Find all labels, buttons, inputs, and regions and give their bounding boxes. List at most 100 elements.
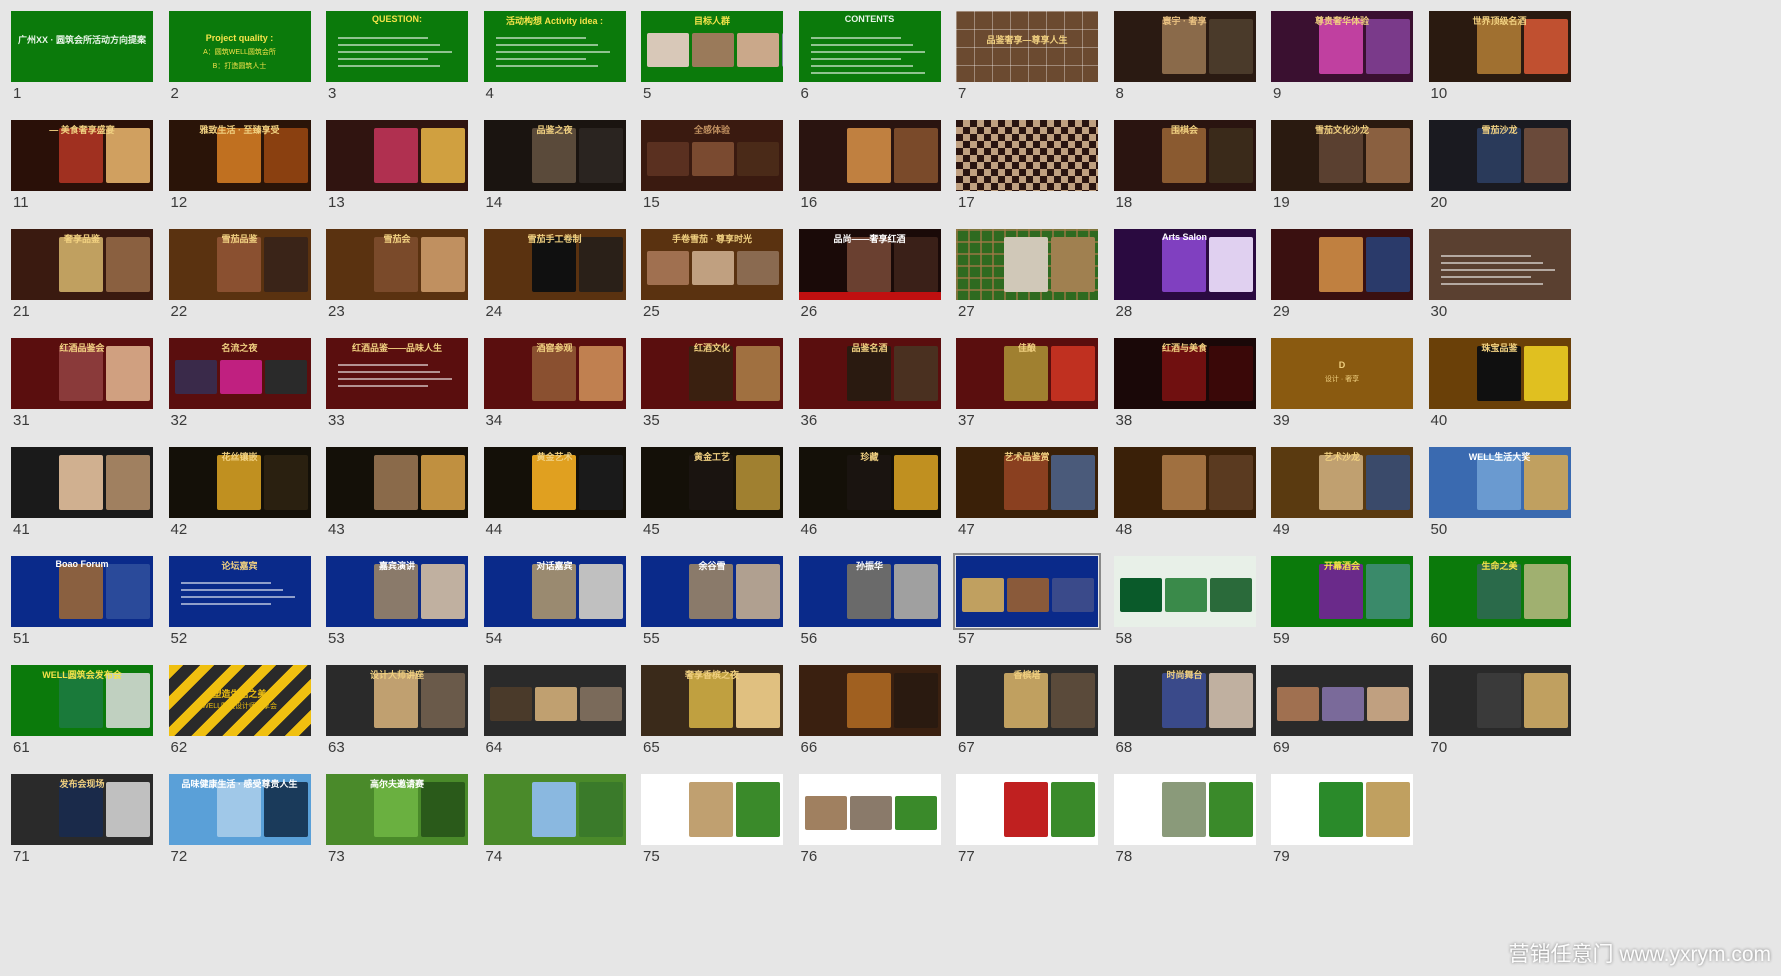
slide-thumbnail-cell[interactable]: 74 [473,763,633,881]
slide-thumbnail[interactable] [1428,229,1571,300]
slide-thumbnail[interactable] [1113,774,1256,845]
slide-thumbnail[interactable] [641,774,783,845]
slide-thumbnail[interactable] [1428,665,1571,736]
slide-thumbnail-cell[interactable]: 奢享香槟之夜 65 [630,654,790,772]
slide-thumbnail-cell[interactable]: 70 [1418,654,1578,772]
slide-thumbnail-cell[interactable]: — 美食奢享盛宴 11 [0,109,160,227]
slide-thumbnail-cell[interactable]: QUESTION: 3 [315,0,475,118]
slide-thumbnail[interactable]: 品尚——奢享红酒 [798,229,941,300]
slide-thumbnail[interactable]: 高尔夫邀请赛 [326,774,468,845]
slide-thumbnail[interactable]: — 美食奢享盛宴 [11,120,153,191]
slide-thumbnail-cell[interactable]: 酒窖参观 34 [473,327,633,445]
slide-thumbnail[interactable]: QUESTION: [326,11,468,82]
slide-thumbnail-cell[interactable]: 48 [1103,436,1263,554]
slide-thumbnail[interactable] [956,229,1098,300]
slide-thumbnail[interactable]: 红酒与美食 [1113,338,1256,409]
slide-thumbnail[interactable]: 花丝镶嵌 [168,447,311,518]
slide-thumbnail[interactable] [798,120,941,191]
slide-thumbnail[interactable]: 品鉴之夜 [483,120,626,191]
slide-thumbnail-cell[interactable]: 57 [945,545,1105,663]
slide-thumbnail-cell[interactable]: 77 [945,763,1105,881]
slide-thumbnail-cell[interactable]: 76 [788,763,948,881]
slide-thumbnail-cell[interactable]: 29 [1260,218,1420,336]
slide-thumbnail[interactable]: 黄金艺术 [483,447,626,518]
slide-thumbnail[interactable]: 尊贵奢华体验 [1271,11,1413,82]
slide-thumbnail[interactable]: 品鉴名酒 [798,338,941,409]
slide-thumbnail[interactable] [1271,665,1413,736]
slide-thumbnail-cell[interactable]: 红酒文化 35 [630,327,790,445]
slide-thumbnail-cell[interactable]: 广州XX · 圆筑会所活动方向提案 1 [0,0,160,118]
slide-thumbnail[interactable]: 寰宇 · 奢享 [1113,11,1256,82]
slide-thumbnail-cell[interactable]: 品鉴之夜 14 [473,109,633,227]
slide-thumbnail[interactable]: 广州XX · 圆筑会所活动方向提案 [11,11,153,82]
slide-thumbnail[interactable]: 设计大师讲座 [326,665,468,736]
slide-thumbnail-cell[interactable]: 活动构想 Activity idea : 4 [473,0,633,118]
slide-thumbnail-cell[interactable]: 雪茄会 23 [315,218,475,336]
slide-thumbnail-cell[interactable]: 塑造生活之美 WELL圆筑设计师分享会 62 [158,654,318,772]
slide-thumbnail-cell[interactable]: 雪茄沙龙 20 [1418,109,1578,227]
slide-thumbnail-cell[interactable]: 64 [473,654,633,772]
slide-thumbnail-cell[interactable]: 寰宇 · 奢享 8 [1103,0,1263,118]
slide-thumbnail-cell[interactable]: 79 [1260,763,1420,881]
slide-thumbnail-cell[interactable]: 生命之美 60 [1418,545,1578,663]
slide-thumbnail[interactable] [1271,774,1413,845]
slide-thumbnail-cell[interactable]: 17 [945,109,1105,227]
slide-thumbnail[interactable]: 嘉宾演讲 [326,556,468,627]
slide-thumbnail-cell[interactable]: 13 [315,109,475,227]
slide-thumbnail[interactable]: 雪茄品鉴 [168,229,311,300]
slide-thumbnail-cell[interactable]: Boao Forum 51 [0,545,160,663]
slide-thumbnail-cell[interactable]: 手卷雪茄 · 尊享时光 25 [630,218,790,336]
slide-thumbnail[interactable]: 时尚舞台 [1113,665,1256,736]
slide-thumbnail-cell[interactable]: 16 [788,109,948,227]
slide-thumbnail[interactable]: Arts Salon [1113,229,1256,300]
slide-thumbnail[interactable]: Project quality : A：圆筑WELL圆筑会所 B：打造圆筑人士 [168,11,311,82]
slide-thumbnail[interactable]: 品鉴奢享—尊享人生 [956,11,1098,82]
slide-thumbnail-cell[interactable]: 雪茄文化沙龙 19 [1260,109,1420,227]
slide-thumbnail-cell[interactable]: 奢享品鉴 21 [0,218,160,336]
slide-thumbnail-cell[interactable]: 名流之夜 32 [158,327,318,445]
slide-thumbnail-cell[interactable]: 香槟塔 67 [945,654,1105,772]
slide-thumbnail[interactable] [1113,447,1256,518]
slide-thumbnail[interactable] [483,774,626,845]
slide-thumbnail[interactable]: 余谷雪 [641,556,783,627]
slide-thumbnail[interactable]: 围棋会 [1113,120,1256,191]
slide-thumbnail[interactable]: 名流之夜 [168,338,311,409]
slide-thumbnail-cell[interactable]: 尊贵奢华体验 9 [1260,0,1420,118]
slide-thumbnail[interactable] [953,553,1101,630]
slide-thumbnail-cell[interactable]: 品鉴名酒 36 [788,327,948,445]
slide-thumbnail-cell[interactable]: 全感体验 15 [630,109,790,227]
slide-thumbnail-cell[interactable]: 43 [315,436,475,554]
slide-thumbnail[interactable] [798,774,941,845]
slide-thumbnail-cell[interactable]: 余谷雪 55 [630,545,790,663]
slide-thumbnail[interactable]: 珠宝品鉴 [1428,338,1571,409]
slide-thumbnail-cell[interactable]: 对话嘉宾 54 [473,545,633,663]
slide-thumbnail-cell[interactable]: 设计大师讲座 63 [315,654,475,772]
slide-thumbnail[interactable]: 雪茄手工卷制 [483,229,626,300]
slide-thumbnail-cell[interactable]: 红酒品鉴——品味人生 33 [315,327,475,445]
slide-thumbnail-cell[interactable]: D 设计 · 奢享 39 [1260,327,1420,445]
slide-thumbnail-cell[interactable]: 红酒与美食 38 [1103,327,1263,445]
slide-thumbnail-cell[interactable]: 珍藏 46 [788,436,948,554]
slide-thumbnail-cell[interactable]: 41 [0,436,160,554]
slide-thumbnail[interactable]: 孙振华 [798,556,941,627]
slide-thumbnail-cell[interactable]: Arts Salon 28 [1103,218,1263,336]
slide-thumbnail[interactable]: 目标人群 [641,11,783,82]
slide-thumbnail[interactable]: 雪茄会 [326,229,468,300]
slide-thumbnail-cell[interactable]: 雅致生活 · 至臻享受 12 [158,109,318,227]
slide-thumbnail[interactable]: 香槟塔 [956,665,1098,736]
slide-thumbnail[interactable]: 佳酿 [956,338,1098,409]
slide-thumbnail-cell[interactable]: 雪茄品鉴 22 [158,218,318,336]
slide-thumbnail[interactable] [1271,229,1413,300]
slide-thumbnail[interactable]: 奢享香槟之夜 [641,665,783,736]
slide-thumbnail[interactable]: 雅致生活 · 至臻享受 [168,120,311,191]
slide-thumbnail[interactable] [1113,556,1256,627]
slide-thumbnail[interactable]: 发布会现场 [11,774,153,845]
slide-thumbnail[interactable] [483,665,626,736]
slide-thumbnail-cell[interactable]: 孙振华 56 [788,545,948,663]
slide-thumbnail[interactable]: 珍藏 [798,447,941,518]
slide-thumbnail[interactable]: 艺术品鉴赏 [956,447,1098,518]
slide-thumbnail-cell[interactable]: 高尔夫邀请赛 73 [315,763,475,881]
slide-thumbnail-cell[interactable]: 艺术沙龙 49 [1260,436,1420,554]
slide-thumbnail[interactable]: 活动构想 Activity idea : [483,11,626,82]
slide-thumbnail-cell[interactable]: 世界顶级名酒 10 [1418,0,1578,118]
